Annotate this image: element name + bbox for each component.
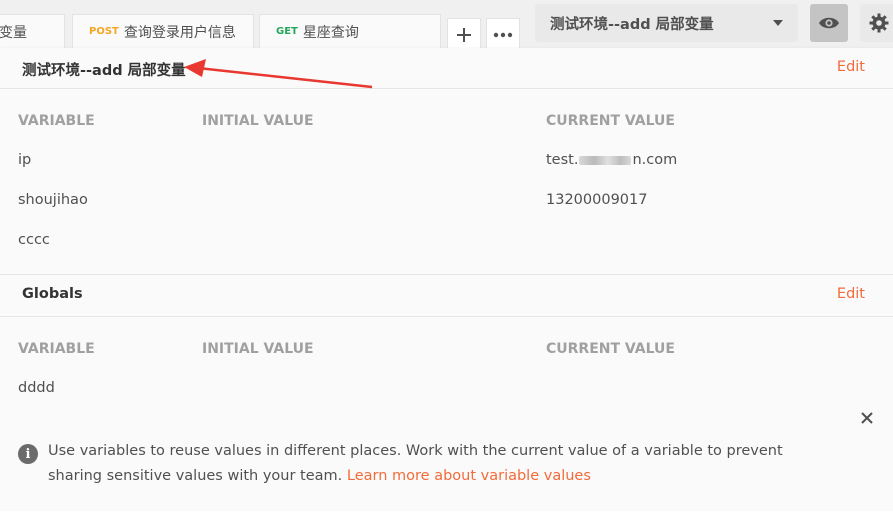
variable-name: ip [18,152,32,168]
more-tabs-button[interactable] [486,18,520,52]
close-icon[interactable] [859,410,875,426]
edit-globals-link[interactable]: Edit [837,286,865,302]
column-header-current-value: CURRENT VALUE [546,341,675,357]
variable-name: cccc [18,232,50,248]
request-tabs-bar: 变量 POST 查询登录用户信息 GET 星座查询 测试环境--add 局部变量 [0,0,893,52]
caret-down-icon [773,20,783,26]
environment-section-header: 测试环境--add 局部变量 Edit [0,48,893,90]
manage-environments-button[interactable] [860,4,893,42]
redacted-blur [579,155,632,165]
globals-section-title: Globals [22,286,83,302]
request-tab-variables[interactable]: 变量 [0,14,65,48]
info-text: Use variables to reuse values in differe… [48,439,828,489]
method-badge-post: POST [89,26,119,37]
request-tab-query-login-user[interactable]: POST 查询登录用户信息 [72,14,254,48]
edit-environment-link[interactable]: Edit [837,59,865,75]
ellipsis-icon [493,32,513,38]
column-header-initial-value: INITIAL VALUE [202,113,314,129]
environment-quick-look-panel: 测试环境--add 局部变量 Edit VARIABLE INITIAL VAL… [0,48,893,511]
plus-icon [457,28,471,42]
learn-more-link[interactable]: Learn more about variable values [347,468,591,484]
value-suffix: n.com [632,152,678,168]
value-prefix: test. [546,152,579,168]
environment-dropdown[interactable]: 测试环境--add 局部变量 [535,4,798,42]
request-tab-constellation-query[interactable]: GET 星座查询 [259,14,441,48]
method-badge-get: GET [276,26,298,37]
variable-name: dddd [18,380,55,396]
variable-current-value: test. n.com [546,152,677,168]
column-header-variable: VARIABLE [18,113,95,129]
eye-icon [819,17,839,29]
info-icon: i [18,444,38,464]
variable-current-value: 13200009017 [546,192,648,208]
column-header-initial-value: INITIAL VALUE [202,341,314,357]
variable-name: shoujihao [18,192,88,208]
column-header-current-value: CURRENT VALUE [546,113,675,129]
gear-icon [869,13,889,33]
tab-label: 变量 [0,24,27,41]
panel-bottom-edge [0,511,893,515]
tab-label: 查询登录用户信息 [123,24,236,41]
column-header-variable: VARIABLE [18,341,95,357]
new-tab-button[interactable] [447,18,481,52]
environment-section-title: 测试环境--add 局部变量 [22,63,186,79]
divider [0,316,893,317]
environment-quick-look-button[interactable] [810,4,848,42]
environment-selected-label: 测试环境--add 局部变量 [550,16,714,33]
tab-label: 星座查询 [302,24,359,41]
globals-section-header: Globals Edit [0,275,893,317]
divider [0,88,893,89]
